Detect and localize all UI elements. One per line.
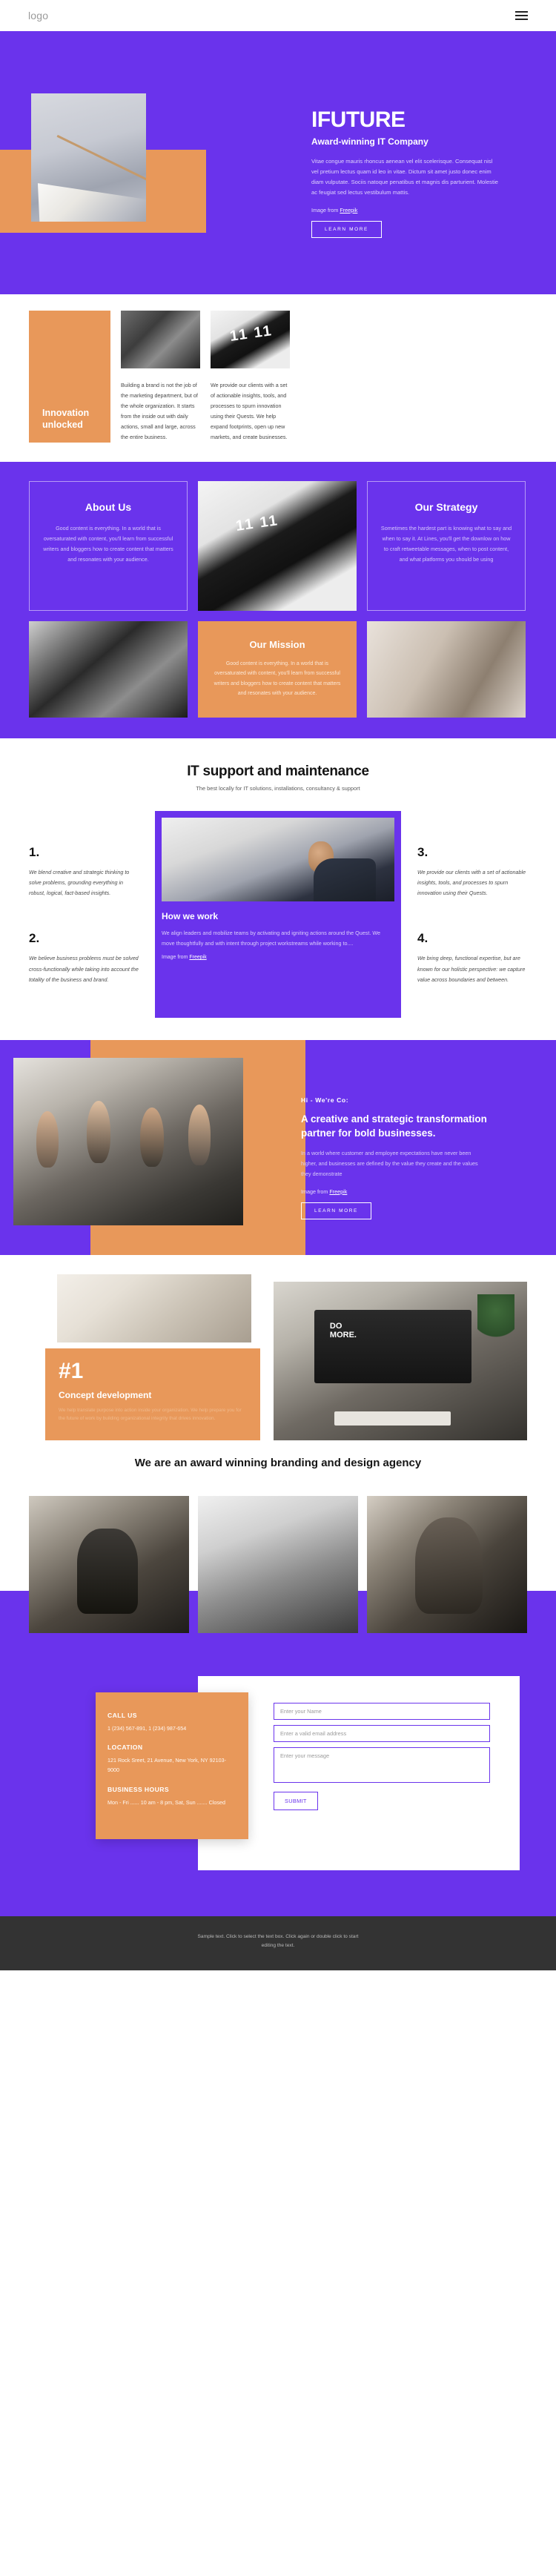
innovation-section: Innovation unlocked Building a brand is … [0,294,556,463]
gallery-image-1 [29,1495,189,1633]
concept-card: #1 Concept development We help translate… [45,1348,260,1440]
innovation-text-2: We provide our clients with a set of act… [211,382,288,441]
message-input[interactable] [274,1746,490,1783]
support-lead: The best locally for IT solutions, insta… [196,785,360,792]
gallery-section [0,1495,556,1683]
call-us-value: 1 (234) 567-891, 1 (234) 987-654 [107,1724,187,1732]
support-item-3: 3. We provide our clients with a set of … [417,845,527,898]
creative-learn-more-button[interactable]: LEARN MORE [301,1202,371,1219]
contact-section: CALL US 1 (234) 567-891, 1 (234) 987-654… [0,1632,556,1916]
about-us-card: About Us Good content is everything. In … [29,481,188,612]
call-us-label: CALL US [107,1711,137,1719]
business-hours-value: Mon - Fri ...... 10 am - 8 pm, Sat, Sun … [107,1798,225,1806]
credit-prefix: Image from [301,1188,330,1195]
about-image-left [29,621,188,718]
hero-content: IFUTURE Award-winning IT Company Vitae c… [311,108,534,238]
support-item-2: 2. We believe business problems must be … [29,931,139,984]
support-title: IT support and maintenance [187,764,369,780]
concept-image-main [274,1281,527,1440]
our-strategy-card: Our Strategy Sometimes the hardest part … [367,481,526,612]
location-value: 121 Rock Sreet, 21 Avenue, New York, NY … [107,1757,226,1774]
our-mission-title: Our Mission [249,639,305,651]
support-item-1: 1. We blend creative and strategic think… [29,845,139,898]
our-strategy-text: Sometimes the hardest part is knowing wh… [380,525,512,563]
hero-learn-more-button[interactable]: LEARN MORE [311,220,382,238]
innovation-image-1 [121,311,200,368]
innovation-heading-block: Innovation unlocked [29,311,110,443]
how-we-work-image [162,818,394,902]
concept-section: #1 Concept development We help translate… [0,1254,556,1496]
hero-paragraph: Vitae congue mauris rhoncus aenean vel e… [311,157,499,196]
innovation-column-1: Building a brand is not the job of the m… [121,311,200,443]
creative-section: Hi - We're Co: A creative and strategic … [0,1039,556,1255]
hamburger-icon[interactable] [515,11,528,20]
hero-image-credit: Image from Freepik [311,207,534,213]
credit-prefix: Image from [162,955,190,961]
credit-link[interactable]: Freepik [329,1188,347,1195]
about-center-image [198,481,357,612]
support-item-4: 4. We bring deep, functional expertise, … [417,931,527,984]
innovation-image-2 [211,311,290,368]
innovation-text-1: Building a brand is not the job of the m… [121,382,198,441]
name-input[interactable] [274,1702,490,1720]
credit-link[interactable]: Freepik [189,955,206,960]
support-column-left: 1. We blend creative and strategic think… [29,811,139,1017]
support-item-3-text: We provide our clients with a set of act… [417,869,526,897]
hero-title: IFUTURE [311,107,406,132]
support-item-1-text: We blend creative and strategic thinking… [29,869,130,897]
our-mission-card: Our Mission Good content is everything. … [198,621,357,718]
innovation-column-2: We provide our clients with a set of act… [211,311,290,443]
page-root: logo IFUTURE Award-winning IT Company Vi… [0,0,556,1970]
business-hours-label: BUSINESS HOURS [107,1785,169,1793]
concept-text: We help translate purpose into action in… [59,1407,242,1422]
award-heading: We are an award winning branding and des… [134,1456,422,1469]
our-strategy-title: Our Strategy [414,501,478,514]
support-item-2-text: We believe business problems must be sol… [29,955,139,983]
support-item-1-number: 1. [29,845,40,860]
about-us-text: Good content is everything. In a world t… [43,525,173,563]
support-item-4-text: We bring deep, functional expertise, but… [417,955,526,983]
logo[interactable]: logo [28,10,48,21]
about-section: About Us Good content is everything. In … [0,462,556,739]
support-item-4-number: 4. [417,931,428,946]
footer-text: Sample text. Click to select the text bo… [197,1933,359,1949]
support-section: IT support and maintenance The best loca… [0,738,556,1040]
site-footer: Sample text. Click to select the text bo… [0,1916,556,1970]
concept-rank: #1 [59,1358,84,1383]
support-column-right: 3. We provide our clients with a set of … [417,811,527,1017]
contact-info-block: CALL US 1 (234) 567-891, 1 (234) 987-654… [96,1692,248,1839]
concept-image-top [57,1274,251,1342]
site-header: logo [0,0,556,31]
creative-content: Hi - We're Co: A creative and strategic … [301,1096,523,1219]
about-image-right [367,621,526,718]
creative-title: A creative and strategic transformation … [301,1113,487,1139]
hero-subtitle: Award-winning IT Company [311,136,428,147]
creative-credit: Image from Freepik [301,1188,523,1195]
credit-link[interactable]: Freepik [340,207,357,213]
how-we-work-text: We align leaders and mobilize teams by a… [162,930,380,947]
support-item-3-number: 3. [417,845,428,860]
how-we-work-card: How we work We align leaders and mobiliz… [155,811,401,1018]
gallery-image-3 [367,1495,527,1633]
creative-eyebrow: Hi - We're Co: [301,1096,349,1104]
gallery-image-2 [198,1495,358,1633]
about-us-title: About Us [85,501,132,514]
how-we-work-title: How we work [162,911,219,922]
hero-image [31,93,146,222]
contact-form: SUBMIT [274,1702,490,1810]
submit-button[interactable]: SUBMIT [274,1791,318,1810]
our-mission-text: Good content is everything. In a world t… [214,661,341,697]
concept-title: Concept development [59,1389,152,1400]
creative-text: In a world where customer and employee e… [301,1149,478,1177]
how-we-work-credit: Image from Freepik [162,955,394,960]
credit-prefix: Image from [311,206,340,213]
support-item-2-number: 2. [29,931,40,946]
hero-section: IFUTURE Award-winning IT Company Vitae c… [0,31,556,294]
creative-team-image [13,1057,243,1225]
innovation-heading: Innovation unlocked [42,407,90,430]
location-label: LOCATION [107,1744,143,1752]
email-input[interactable] [274,1724,490,1742]
